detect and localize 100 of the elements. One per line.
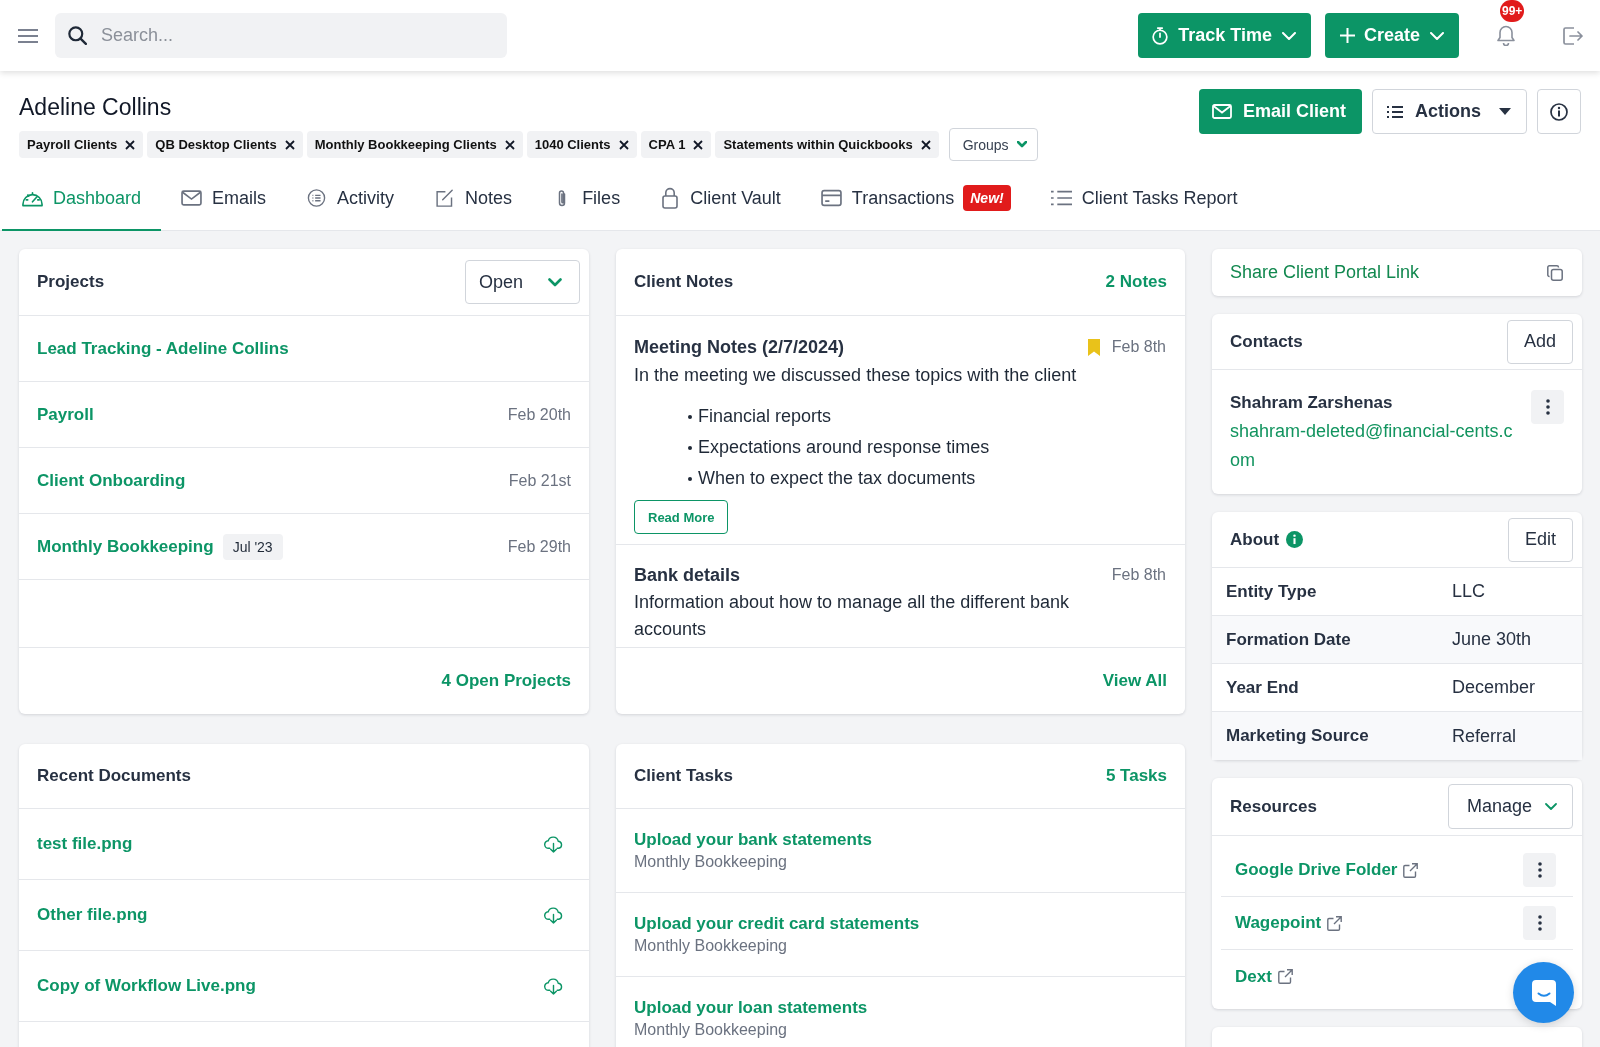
view-all-link[interactable]: View All (1102, 671, 1167, 691)
tag-label: QB Desktop Clients (155, 137, 277, 152)
notification-badge: 99+ (1500, 0, 1525, 22)
kebab-icon (1537, 915, 1542, 931)
close-icon[interactable] (504, 139, 515, 150)
groups-dropdown[interactable]: Groups (948, 128, 1038, 161)
resource-link[interactable]: Google Drive Folder (1235, 860, 1419, 880)
stopwatch-icon (1151, 26, 1170, 45)
chevron-down-icon (1016, 141, 1027, 148)
logout-icon[interactable] (1563, 26, 1583, 45)
task-link[interactable]: Upload your credit card statements (634, 914, 920, 934)
due-date: Feb 20th (507, 405, 571, 424)
track-time-button[interactable]: Track Time (1138, 13, 1311, 58)
edit-button[interactable]: Edit (1507, 517, 1573, 562)
create-button[interactable]: Create (1324, 13, 1459, 58)
open-projects-link[interactable]: 4 Open Projects (441, 671, 571, 691)
list-item-text: Financial reports (698, 406, 832, 427)
list-icon (1387, 105, 1403, 118)
search-field[interactable]: Search... (55, 13, 507, 58)
more-options-button[interactable] (1523, 853, 1556, 887)
contact-name: Shahram Zarshenas (1230, 392, 1393, 414)
tag-label: CPA 1 (648, 137, 686, 152)
padlock-icon (662, 187, 679, 209)
tag-label: Payroll Clients (27, 137, 118, 152)
project-link[interactable]: Monthly Bookkeeping (37, 536, 214, 557)
tab[interactable]: Emails (161, 172, 287, 231)
file-link[interactable]: Copy of Workflow Live.png (37, 976, 256, 996)
field-value: December (1452, 677, 1537, 698)
field-label: Entity Type (1226, 581, 1318, 602)
task-project: Monthly Bookkeeping (634, 1021, 787, 1039)
project-link[interactable]: Payroll (37, 404, 94, 425)
tab[interactable]: Client Vault (640, 172, 801, 231)
more-options-button[interactable] (1531, 390, 1564, 424)
bullet-icon (688, 414, 692, 419)
status-dropdown[interactable]: Open (465, 260, 580, 304)
chevron-down-icon (1281, 31, 1296, 40)
chevron-down-icon (548, 277, 562, 287)
info-icon[interactable] (1286, 531, 1304, 548)
tab[interactable]: Client Tasks Report (1030, 172, 1258, 231)
more-options-button[interactable] (1523, 906, 1556, 940)
task-link[interactable]: Upload your loan statements (634, 998, 868, 1018)
bell-icon[interactable] (1497, 25, 1515, 46)
manage-dropdown[interactable]: Manage (1448, 784, 1573, 829)
new-badge: New! (963, 185, 1011, 211)
note-date: Feb 8th (1111, 566, 1166, 584)
info-button[interactable] (1537, 89, 1581, 134)
add-contact-button[interactable]: Add (1506, 319, 1573, 364)
resource-link[interactable]: Dext (1235, 966, 1293, 987)
portal-link[interactable]: Share Client Portal Link (1230, 262, 1420, 283)
file-link[interactable]: Other file.png (37, 905, 148, 925)
close-icon[interactable] (284, 139, 295, 150)
kebab-icon (1545, 399, 1550, 415)
tab[interactable]: Files (532, 172, 641, 231)
external-link-icon (1277, 969, 1293, 984)
project-link[interactable]: Lead Tracking - Adeline Collins (37, 338, 289, 359)
close-icon[interactable] (125, 139, 136, 150)
tag-label: Monthly Bookkeeping Clients (314, 137, 497, 152)
tab[interactable]: Notes (414, 172, 533, 231)
contact-email[interactable]: shahram-deleted@financial-cents.com (1230, 417, 1520, 475)
cloud-download-icon[interactable] (544, 835, 563, 853)
due-date: Feb 29th (507, 537, 571, 556)
card-title: Client Notes (634, 272, 734, 292)
resource-link[interactable]: Wagepoint (1235, 913, 1343, 933)
kebab-icon (1537, 862, 1542, 878)
field-value: LLC (1452, 581, 1487, 602)
paperclip-icon (557, 188, 568, 208)
notes-count-link[interactable]: 2 Notes (1105, 272, 1167, 292)
actions-dropdown[interactable]: Actions (1372, 89, 1527, 134)
tag-label: Statements within Quickbooks (723, 137, 913, 152)
file-link[interactable]: test file.png (37, 834, 133, 854)
search-icon (68, 26, 87, 45)
project-link[interactable]: Client Onboarding (37, 470, 186, 491)
tag-label: 1040 Clients (534, 137, 611, 152)
cloud-download-icon[interactable] (544, 906, 563, 924)
due-date: Feb 21st (508, 471, 571, 490)
field-label: Formation Date (1226, 629, 1352, 650)
bullet-icon (688, 445, 692, 450)
tasks-count-link[interactable]: 5 Tasks (1105, 766, 1167, 786)
field-label: Marketing Source (1226, 726, 1370, 746)
note-date: Feb 8th (1111, 338, 1166, 356)
copy-icon[interactable] (1547, 264, 1563, 281)
cloud-download-icon[interactable] (544, 977, 563, 995)
plus-icon (1339, 28, 1355, 43)
close-icon[interactable] (920, 139, 931, 150)
list-item-text: When to expect the tax documents (698, 468, 976, 489)
close-icon[interactable] (693, 139, 704, 150)
read-more-button[interactable]: Read More (634, 500, 729, 534)
email-client-button[interactable]: Email Client (1198, 89, 1362, 134)
info-icon (1550, 102, 1568, 121)
tab[interactable]: Activity (286, 172, 415, 231)
envelope-icon (1211, 104, 1232, 119)
task-project: Monthly Bookkeeping (634, 937, 787, 955)
task-link[interactable]: Upload your bank statements (634, 830, 873, 850)
tab[interactable]: Transactions New! (800, 172, 1031, 231)
menu-icon[interactable] (18, 28, 38, 43)
bullet-icon (688, 476, 692, 481)
external-link-icon (1403, 862, 1419, 878)
close-icon[interactable] (618, 139, 629, 150)
card-title: About (1230, 529, 1280, 550)
chevron-down-icon (1545, 803, 1557, 810)
